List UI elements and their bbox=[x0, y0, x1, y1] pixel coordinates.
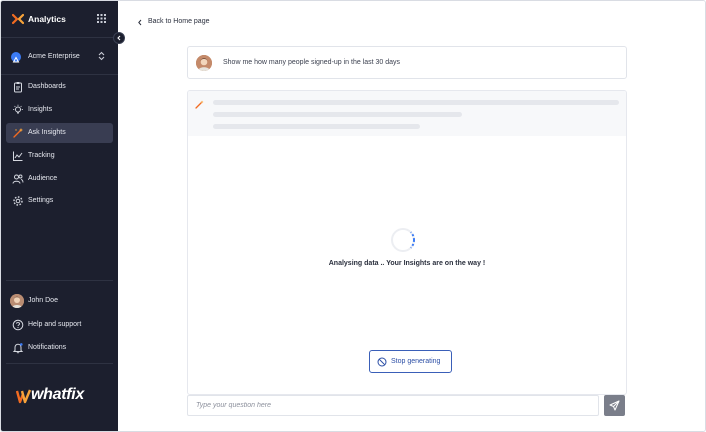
send-icon bbox=[609, 400, 620, 411]
user-name: John Doe bbox=[28, 297, 58, 305]
sidebar-item-help[interactable]: Help and support bbox=[6, 315, 113, 335]
lightbulb-icon bbox=[13, 104, 23, 114]
loading-message: Analysing data .. Your Insights are on t… bbox=[328, 260, 486, 267]
question-input-wrapper bbox=[187, 395, 599, 416]
user-question-card: Show me how many people signed-up in the… bbox=[187, 46, 627, 79]
stop-button-label: Stop generating bbox=[391, 358, 441, 365]
send-button[interactable] bbox=[604, 395, 625, 416]
whatfix-wordmark: whatfix bbox=[31, 386, 85, 403]
sidebar-item-label: Tracking bbox=[28, 151, 55, 159]
collapse-sidebar-button[interactable] bbox=[113, 32, 125, 44]
org-switcher[interactable]: Acme Enterprise bbox=[1, 38, 118, 75]
answer-card: Analysing data .. Your Insights are on t… bbox=[187, 90, 627, 395]
avatar bbox=[10, 294, 24, 309]
sidebar-item-label: Audience bbox=[28, 174, 58, 182]
skeleton-line bbox=[213, 100, 619, 105]
sidebar-item-dashboards[interactable]: Dashboards bbox=[6, 77, 113, 97]
sidebar-item-notifications[interactable]: Notifications bbox=[6, 338, 113, 358]
divider bbox=[6, 280, 113, 281]
sidebar-brand: Analytics bbox=[1, 1, 118, 38]
org-icon bbox=[11, 52, 21, 63]
help-icon bbox=[12, 319, 24, 331]
stop-icon bbox=[377, 357, 387, 367]
sidebar-item-ask-insights[interactable]: Ask Insights bbox=[6, 122, 113, 143]
sidebar-item-settings[interactable]: Settings bbox=[6, 191, 113, 211]
sidebar-bottom-nav: John Doe Help and support Notifications bbox=[6, 288, 113, 358]
sidebar-item-label: Settings bbox=[28, 197, 54, 205]
sidebar-item-insights[interactable]: Insights bbox=[6, 100, 113, 120]
analytics-logo-icon bbox=[12, 13, 24, 25]
question-input[interactable] bbox=[188, 396, 598, 415]
whatfix-logo-mark-icon bbox=[16, 389, 32, 404]
sidebar-item-label: Dashboards bbox=[28, 83, 66, 90]
gear-icon bbox=[13, 196, 23, 207]
sidebar-item-audience[interactable]: Audience bbox=[6, 169, 113, 189]
loading-spinner-icon bbox=[391, 228, 416, 252]
stop-generating-button[interactable]: Stop generating bbox=[369, 350, 452, 373]
answer-placeholder bbox=[188, 91, 626, 136]
sidebar-item-profile[interactable]: John Doe bbox=[6, 291, 113, 311]
magic-wand-icon bbox=[13, 127, 23, 138]
divider bbox=[6, 363, 113, 364]
skeleton-line bbox=[213, 112, 462, 117]
sidebar-nav: Dashboards Insights Ask Insights Trackin… bbox=[6, 75, 113, 211]
users-icon bbox=[12, 174, 24, 184]
sidebar: Analytics Acme Enterprise Dashboards Ins… bbox=[1, 1, 118, 431]
sidebar-item-tracking[interactable]: Tracking bbox=[6, 146, 113, 166]
sidebar-item-label: Help and support bbox=[28, 320, 82, 328]
chart-icon bbox=[13, 151, 23, 161]
clipboard-icon bbox=[14, 82, 22, 93]
sidebar-item-label: Notifications bbox=[28, 344, 67, 352]
bell-icon bbox=[12, 343, 24, 354]
app-title: Analytics bbox=[28, 14, 66, 24]
back-link-label: Back to Home page bbox=[148, 18, 210, 25]
question-text: Show me how many people signed-up in the… bbox=[223, 59, 401, 66]
chevron-left-icon bbox=[138, 19, 142, 26]
chevron-updown-icon bbox=[98, 51, 105, 61]
avatar bbox=[196, 55, 212, 71]
app-window: Analytics Acme Enterprise Dashboards Ins… bbox=[0, 0, 706, 432]
app-grid-icon[interactable] bbox=[97, 14, 106, 23]
magic-wand-icon bbox=[195, 100, 204, 109]
main-content: Back to Home page Show me how many peopl… bbox=[118, 1, 705, 431]
skeleton-line bbox=[213, 124, 420, 129]
sidebar-item-label: Ask Insights bbox=[28, 128, 66, 136]
org-name: Acme Enterprise bbox=[28, 53, 80, 60]
sidebar-item-label: Insights bbox=[28, 105, 53, 113]
chevron-left-icon bbox=[117, 35, 121, 41]
